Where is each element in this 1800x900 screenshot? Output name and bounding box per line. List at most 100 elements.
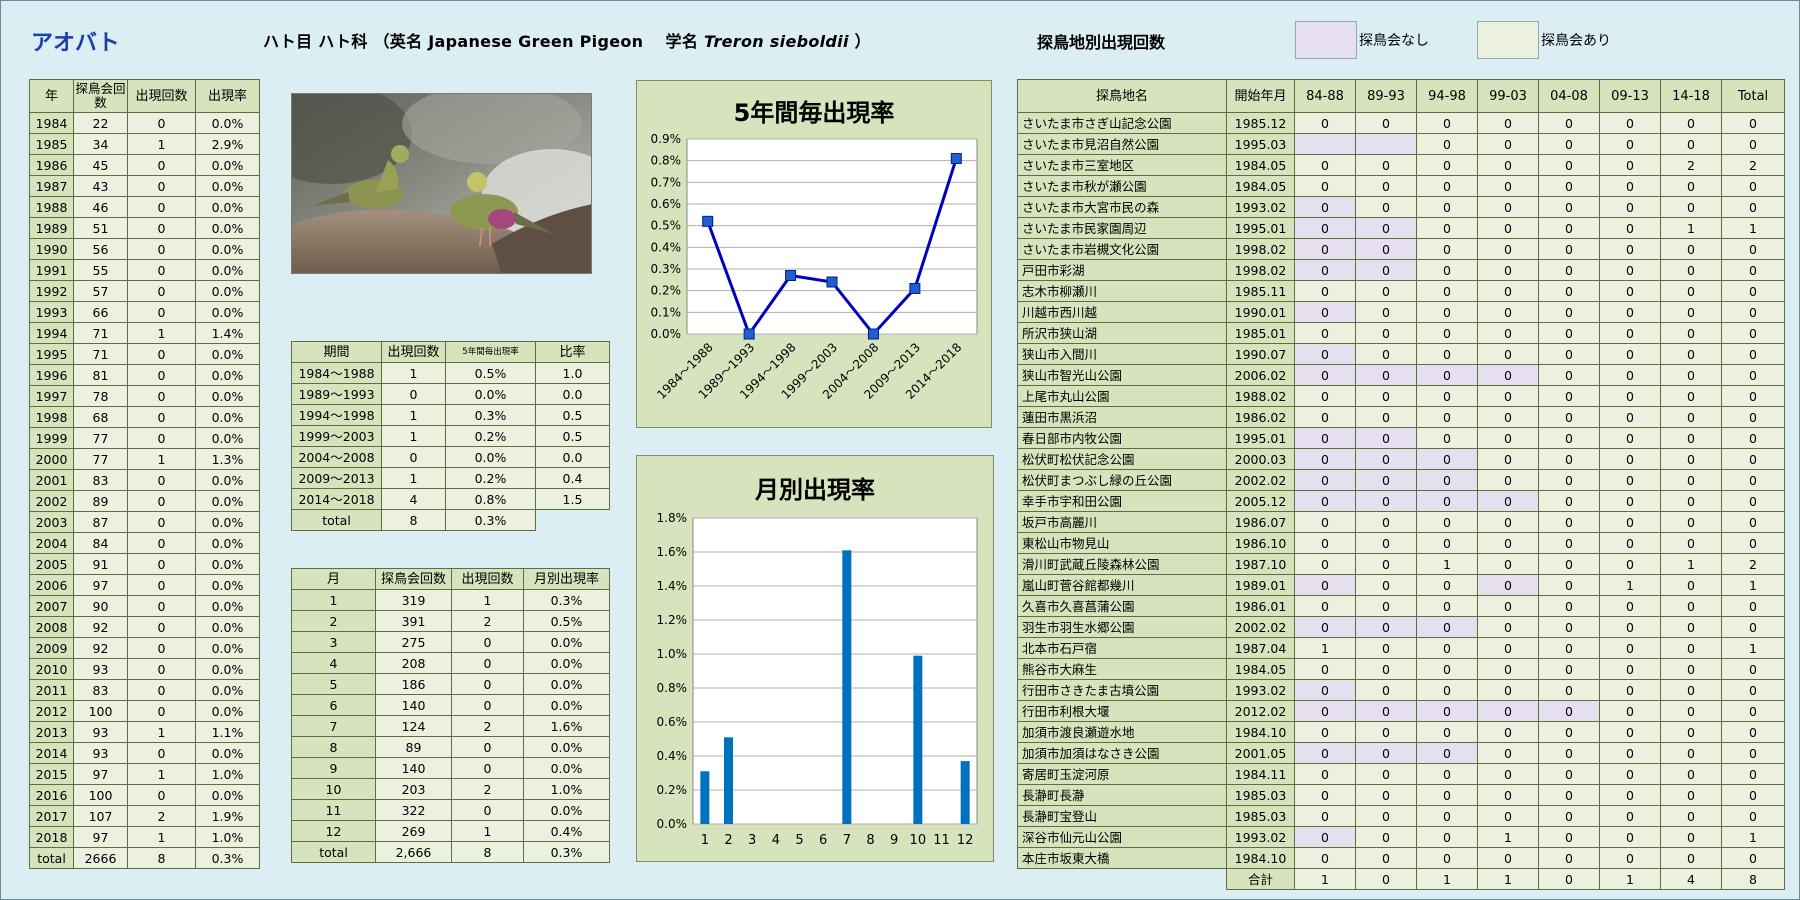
total-count-cell: 1 bbox=[1477, 868, 1539, 890]
count-cell: 0 bbox=[1355, 826, 1417, 848]
event-count-cell: 124 bbox=[375, 715, 452, 737]
count-cell: 0 bbox=[1599, 616, 1661, 638]
event-count-cell: 93 bbox=[73, 658, 128, 680]
site-name-cell: 志木市柳瀬川 bbox=[1017, 280, 1227, 302]
count-cell: 0 bbox=[1599, 595, 1661, 617]
site-row: 戸田市彩湖 1998.02 0 0 0 0 0 0 0 0 bbox=[1017, 259, 1785, 281]
site-row: さいたま市岩槻文化公園 1998.02 0 0 0 0 0 0 0 0 bbox=[1017, 238, 1785, 260]
rate-cell: 0.0% bbox=[195, 385, 260, 407]
appearances-cell: 1 bbox=[127, 763, 196, 785]
count-cell: 0 bbox=[1477, 112, 1539, 134]
year-cell: 1996 bbox=[29, 364, 74, 386]
subtitle-suffix: ） bbox=[848, 32, 871, 51]
site-row: さいたま市三室地区 1984.05 0 0 0 0 0 0 2 2 bbox=[1017, 154, 1785, 176]
legend-label-no-event: 探鳥会なし bbox=[1359, 33, 1429, 49]
count-cell: 0 bbox=[1477, 805, 1539, 827]
year-cell: 1989 bbox=[29, 217, 74, 239]
col-header-5: 99-03 bbox=[1477, 79, 1539, 113]
event-count-cell: 55 bbox=[73, 259, 128, 281]
appearances-cell: 0 bbox=[127, 280, 196, 302]
table-row: 2005 91 0 0.0% bbox=[29, 553, 260, 575]
count-cell: 0 bbox=[1294, 826, 1356, 848]
site-name-cell: 東松山市物見山 bbox=[1017, 532, 1227, 554]
start-date-cell: 1986.01 bbox=[1226, 595, 1295, 617]
count-cell: 0 bbox=[1660, 742, 1722, 764]
count-cell: 0 bbox=[1660, 574, 1722, 596]
count-cell: 0 bbox=[1416, 259, 1478, 281]
appearances-cell: 1 bbox=[127, 826, 196, 848]
x-tick-label: 8 bbox=[866, 833, 874, 848]
y-tick-label: 0.4% bbox=[651, 240, 682, 254]
year-cell: 1994 bbox=[29, 322, 74, 344]
month-cell: 8 bbox=[291, 736, 376, 758]
y-tick-label: 1.4% bbox=[657, 579, 688, 593]
count-cell: 0 bbox=[1294, 427, 1356, 449]
total-row: total 8 0.3% bbox=[291, 509, 610, 531]
total-count-cell: 4 bbox=[1660, 868, 1722, 890]
y-tick-label: 0.3% bbox=[651, 262, 682, 276]
ratio-cell: 0.0 bbox=[535, 446, 610, 468]
count-cell: 0 bbox=[1416, 658, 1478, 680]
count-cell: 0 bbox=[1294, 658, 1356, 680]
count-cell: 0 bbox=[1477, 637, 1539, 659]
ratio-cell: 1.5 bbox=[535, 488, 610, 510]
count-cell: 0 bbox=[1538, 427, 1600, 449]
year-cell: 1985 bbox=[29, 133, 74, 155]
data-point bbox=[826, 276, 838, 288]
table-row: 5 186 0 0.0% bbox=[291, 673, 610, 695]
site-name-cell: さいたま市大宮市民の森 bbox=[1017, 196, 1227, 218]
rate-cell: 0.0% bbox=[195, 784, 260, 806]
start-date-cell: 1989.01 bbox=[1226, 574, 1295, 596]
appearances-cell: 0 bbox=[127, 532, 196, 554]
year-cell: 2005 bbox=[29, 553, 74, 575]
year-cell: 2002 bbox=[29, 490, 74, 512]
rate-cell: 0.0% bbox=[195, 511, 260, 533]
count-cell: 0 bbox=[1355, 763, 1417, 785]
site-name-cell: 加須市加須はなさき公園 bbox=[1017, 742, 1227, 764]
count-cell: 0 bbox=[1477, 238, 1539, 260]
appearances-cell: 0 bbox=[381, 383, 446, 405]
y-tick-label: 1.2% bbox=[657, 613, 688, 627]
count-cell: 0 bbox=[1294, 301, 1356, 323]
table-row: 1988 46 0 0.0% bbox=[29, 196, 260, 218]
appearances-cell: 0 bbox=[127, 679, 196, 701]
start-date-cell: 1988.02 bbox=[1226, 385, 1295, 407]
col-header-3: 89-93 bbox=[1355, 79, 1417, 113]
rate-cell: 0.0% bbox=[445, 446, 536, 468]
count-cell: 0 bbox=[1416, 406, 1478, 428]
count-cell: 0 bbox=[1599, 658, 1661, 680]
event-count-cell: 56 bbox=[73, 238, 128, 260]
appearances-cell: 0 bbox=[127, 469, 196, 491]
count-cell: 1 bbox=[1599, 574, 1661, 596]
count-cell: 0 bbox=[1416, 679, 1478, 701]
appearances-cell: 1 bbox=[451, 589, 524, 611]
five-year-rate-chart: 5年間毎出現率 0.0% 0.1% 0.2% 0.3% 0.4% 0.5% 0.6% 0.7%… bbox=[636, 80, 992, 428]
count-cell: 0 bbox=[1538, 364, 1600, 386]
table-row: 2016 100 0 0.0% bbox=[29, 784, 260, 806]
table-row: 2000 77 1 1.3% bbox=[29, 448, 260, 470]
count-cell: 0 bbox=[1599, 238, 1661, 260]
event-count-cell: 51 bbox=[73, 217, 128, 239]
event-count-cell: 34 bbox=[73, 133, 128, 155]
count-cell: 0 bbox=[1477, 742, 1539, 764]
event-count-cell: 93 bbox=[73, 742, 128, 764]
site-name-cell: 熊谷市大麻生 bbox=[1017, 658, 1227, 680]
table-row: 1990 56 0 0.0% bbox=[29, 238, 260, 260]
total-cell: 0 bbox=[1721, 238, 1785, 260]
col-header-event-count: 探鳥会回数 bbox=[375, 568, 452, 590]
period-cell: 2004～2008 bbox=[291, 446, 382, 468]
appearances-cell: 0 bbox=[127, 364, 196, 386]
rate-cell: 0.0% bbox=[195, 700, 260, 722]
rate-cell: 0.0% bbox=[195, 175, 260, 197]
table-row: 1998 68 0 0.0% bbox=[29, 406, 260, 428]
count-cell: 0 bbox=[1355, 175, 1417, 197]
monthly-table: 月 探鳥会回数 出現回数 月別出現率 1 319 1 0.3% 2 391 2 0.5% 3 27… bbox=[291, 568, 610, 863]
col-header-monthly-rate: 月別出現率 bbox=[523, 568, 610, 590]
site-name-cell: さいたま市さぎ山記念公園 bbox=[1017, 112, 1227, 134]
rate-cell: 0.0% bbox=[195, 553, 260, 575]
table-row: 1999～2003 1 0.2% 0.5 bbox=[291, 425, 610, 447]
table-row: 9 140 0 0.0% bbox=[291, 757, 610, 779]
event-count-cell: 2666 bbox=[73, 847, 128, 869]
table-row: 2015 97 1 1.0% bbox=[29, 763, 260, 785]
event-count-cell: 100 bbox=[73, 700, 128, 722]
